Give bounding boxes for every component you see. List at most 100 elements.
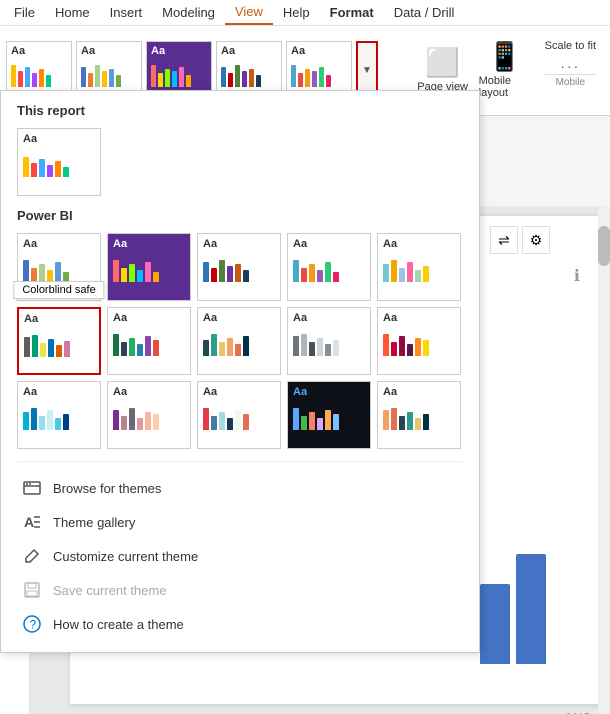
menubar: File Home Insert Modeling View Help Form… (0, 0, 610, 26)
gallery-icon: A (21, 511, 43, 533)
bars (293, 400, 365, 430)
page-view-icon: ⬜ (425, 49, 460, 77)
menu-modeling[interactable]: Modeling (152, 1, 225, 24)
more-options-dots: ··· (560, 58, 580, 74)
bar (165, 69, 170, 87)
bar (47, 270, 53, 282)
bar (158, 73, 163, 87)
bar (102, 71, 107, 87)
browse-themes-item[interactable]: Browse for themes (17, 472, 463, 504)
bar (203, 262, 209, 282)
theme-bars (291, 59, 347, 87)
bar (391, 260, 397, 282)
mobile-layout-button[interactable]: 📱 Mobile layout (475, 36, 535, 106)
customize-theme-item[interactable]: Customize current theme (17, 540, 463, 572)
bar (399, 336, 405, 356)
pbi-theme-card-3[interactable]: Aa (197, 233, 281, 301)
theme-aa: Aa (203, 386, 275, 398)
pbi-theme-card-6-colorblind[interactable]: Colorblind safe Aa (17, 307, 101, 375)
pbi-theme-card-2[interactable]: Aa (107, 233, 191, 301)
bar (47, 165, 53, 177)
bar (415, 338, 421, 356)
canvas-settings-icon[interactable]: ⚙ (522, 226, 550, 254)
bar (31, 408, 37, 430)
bar (39, 416, 45, 430)
bar (415, 418, 421, 430)
bar (151, 65, 156, 87)
bar (301, 268, 307, 282)
bar (46, 75, 51, 87)
bar (113, 410, 119, 430)
bar (333, 414, 339, 430)
bar (301, 416, 307, 430)
theme-gallery-item[interactable]: A Theme gallery (17, 506, 463, 538)
bar (383, 334, 389, 356)
theme-aa: Aa (23, 386, 95, 398)
theme-aa: Aa (203, 312, 275, 324)
mobile-layout-icon: 📱 (487, 43, 522, 71)
action-list: Browse for themes A Theme gallery Custom… (17, 461, 463, 640)
info-icon[interactable]: ℹ (574, 266, 580, 286)
menu-view[interactable]: View (225, 0, 273, 25)
pbi-theme-card-14[interactable]: Aa (287, 381, 371, 449)
bar (95, 65, 100, 87)
pbi-theme-card-10[interactable]: Aa (377, 307, 461, 375)
bar (219, 412, 225, 430)
pbi-theme-card-5[interactable]: Aa (377, 233, 461, 301)
menu-file[interactable]: File (4, 1, 45, 24)
mobile-section-label: Mobile (545, 74, 596, 88)
pbi-theme-card-15[interactable]: Aa (377, 381, 461, 449)
bar (11, 65, 16, 87)
bar (48, 339, 54, 357)
save-theme-item: Save current theme (17, 574, 463, 606)
pbi-theme-card-7[interactable]: Aa (107, 307, 191, 375)
bar (326, 75, 331, 87)
bar (317, 338, 323, 356)
browse-icon (21, 477, 43, 499)
pbi-theme-card-11[interactable]: Aa (17, 381, 101, 449)
bar (24, 337, 30, 357)
bar (243, 336, 249, 356)
bar (137, 344, 143, 356)
canvas-connect-icon[interactable]: ⇌ (490, 226, 518, 254)
bar (32, 335, 38, 357)
menu-home[interactable]: Home (45, 1, 100, 24)
bar (129, 338, 135, 356)
pbi-theme-card-4[interactable]: Aa (287, 233, 371, 301)
menu-data-drill[interactable]: Data / Drill (384, 1, 465, 24)
bar (31, 163, 37, 177)
pbi-theme-card-9[interactable]: Aa (287, 307, 371, 375)
theme-card-aa: Aa (23, 133, 95, 145)
bar (23, 412, 29, 430)
bar (325, 410, 331, 430)
current-theme-card[interactable]: Aa (17, 128, 101, 196)
scale-to-fit-label[interactable]: Scale to fit (545, 40, 596, 52)
bar (383, 410, 389, 430)
bar (137, 270, 143, 282)
menu-format[interactable]: Format (320, 1, 384, 24)
bar (319, 67, 324, 87)
menu-help[interactable]: Help (273, 1, 320, 24)
theme-aa: Aa (293, 312, 365, 324)
bar (113, 334, 119, 356)
how-to-theme-label: How to create a theme (53, 617, 184, 632)
vertical-scrollbar[interactable] (598, 206, 610, 714)
bar (325, 262, 331, 282)
this-report-title: This report (17, 103, 463, 118)
bar (309, 264, 315, 282)
pbi-theme-card-12[interactable]: Aa (107, 381, 191, 449)
how-to-theme-item[interactable]: ? How to create a theme (17, 608, 463, 640)
theme-bars (221, 59, 277, 87)
pbi-theme-card-8[interactable]: Aa (197, 307, 281, 375)
bars (23, 400, 95, 430)
bar (415, 270, 421, 282)
theme-aa: Aa (383, 386, 455, 398)
bar (227, 266, 233, 282)
menu-insert[interactable]: Insert (100, 1, 153, 24)
bar (219, 342, 225, 356)
pbi-theme-card-13[interactable]: Aa (197, 381, 281, 449)
pbi-theme-card-1[interactable]: Aa (17, 233, 101, 301)
bar (235, 65, 240, 87)
theme-aa: Aa (113, 386, 185, 398)
scrollbar-thumb[interactable] (598, 226, 610, 266)
